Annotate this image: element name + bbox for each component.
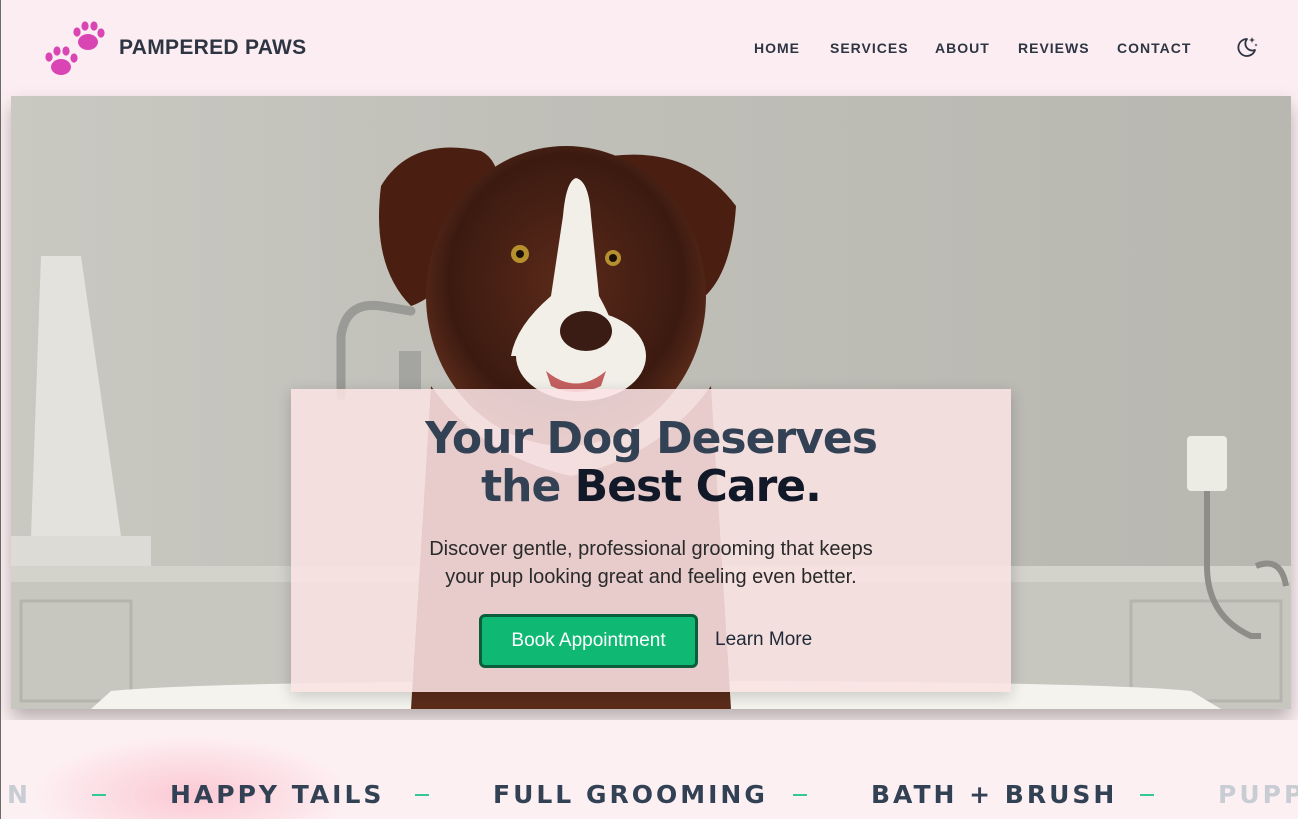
- moon-stars-icon[interactable]: [1233, 34, 1259, 60]
- marquee-separator: [1140, 794, 1154, 796]
- learn-more-link[interactable]: Learn More: [715, 629, 812, 651]
- hero-title-line1: Your Dog Deserves: [425, 413, 878, 464]
- marquee-item: BATH + BRUSH: [871, 780, 1118, 809]
- book-appointment-button[interactable]: Book Appointment: [479, 614, 698, 668]
- hero-title-line2a: the: [481, 461, 561, 512]
- hero-title-line2b: Best Care.: [574, 461, 822, 512]
- hero-title: Your Dog Deserves the Best Care.: [291, 415, 1011, 511]
- marquee-item: N: [7, 780, 31, 809]
- marquee-separator: [793, 794, 807, 796]
- services-marquee: N HAPPY TAILS FULL GROOMING BATH + BRUSH…: [1, 720, 1298, 819]
- site-header: PAMPERED PAWS HOME SERVICES ABOUT REVIEW…: [1, 0, 1298, 96]
- nav-home[interactable]: HOME: [754, 40, 800, 56]
- marquee-item: HAPPY TAILS: [170, 780, 385, 809]
- hero-card: Your Dog Deserves the Best Care. Discove…: [291, 389, 1011, 692]
- hero-subtitle-line1: Discover gentle, professional grooming t…: [429, 538, 873, 560]
- hero-subtitle-line2: your pup looking great and feeling even …: [445, 566, 857, 588]
- main-nav: HOME SERVICES ABOUT REVIEWS CONTACT: [1, 40, 1298, 58]
- nav-contact[interactable]: CONTACT: [1117, 40, 1191, 56]
- marquee-separator: [92, 794, 106, 796]
- hero-section: Your Dog Deserves the Best Care. Discove…: [11, 96, 1291, 709]
- marquee-item: FULL GROOMING: [493, 780, 768, 809]
- hero-subtitle: Discover gentle, professional grooming t…: [291, 535, 1011, 591]
- nav-about[interactable]: ABOUT: [935, 40, 990, 56]
- marquee-separator: [415, 794, 429, 796]
- nav-reviews[interactable]: REVIEWS: [1018, 40, 1090, 56]
- nav-services[interactable]: SERVICES: [830, 40, 909, 56]
- marquee-item: PUPP: [1218, 780, 1298, 809]
